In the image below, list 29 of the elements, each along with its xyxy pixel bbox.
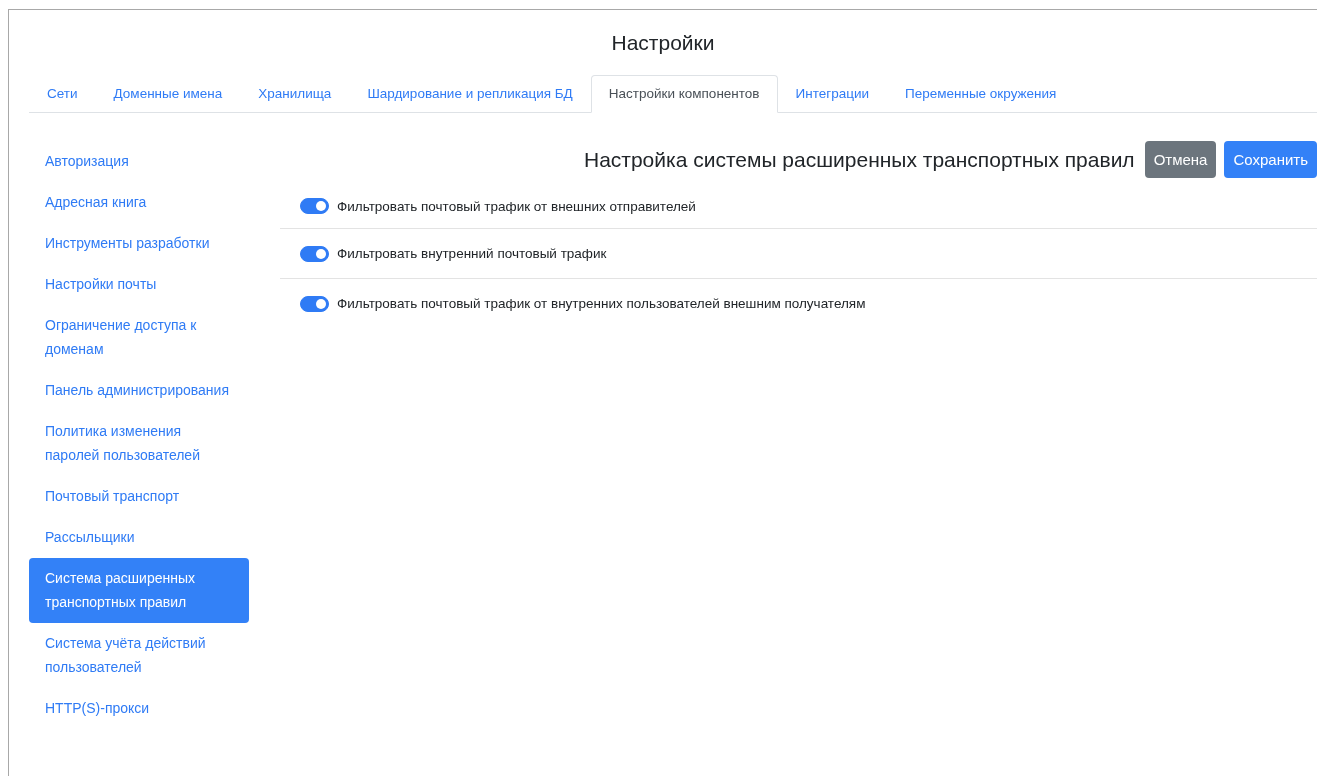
save-button[interactable]: Сохранить bbox=[1224, 141, 1317, 178]
sidebar-item[interactable]: Панель администрирования bbox=[29, 370, 249, 411]
sidebar-item[interactable]: Инструменты разработки bbox=[29, 223, 249, 264]
sidebar-item[interactable]: Система расширенных транспортных правил bbox=[29, 558, 249, 623]
sidebar-item[interactable]: Авторизация bbox=[29, 141, 249, 182]
tab[interactable]: Настройки компонентов bbox=[590, 75, 778, 113]
toggle-switch[interactable] bbox=[300, 295, 329, 312]
toggle-switch[interactable] bbox=[300, 198, 329, 214]
tab[interactable]: Сети bbox=[29, 75, 96, 113]
tab[interactable]: Доменные имена bbox=[95, 75, 241, 113]
tab[interactable]: Переменные окружения bbox=[886, 75, 1075, 113]
sidebar-item[interactable]: Настройки почты bbox=[29, 264, 249, 305]
sidebar-item[interactable]: Адресная книга bbox=[29, 182, 249, 223]
panel-heading: Настройка системы расширенных транспортных правил bbox=[583, 147, 1135, 172]
tab[interactable]: Интеграции bbox=[777, 75, 887, 113]
sidebar-item[interactable]: Политика изменения паролей пользователей bbox=[29, 411, 249, 476]
sidebar-item[interactable]: HTTP(S)-прокси bbox=[29, 688, 249, 729]
sidebar-item[interactable]: Ограничение доступа к доменам bbox=[29, 305, 249, 370]
toggle-switch[interactable] bbox=[300, 245, 329, 262]
sidebar-item[interactable]: Система учёта действий пользователей bbox=[29, 623, 249, 688]
tab[interactable]: Шардирование и репликация БД bbox=[349, 75, 591, 113]
sidebar-item[interactable]: Рассыльщики bbox=[29, 517, 249, 558]
sidebar-item[interactable]: Почтовый транспорт bbox=[29, 476, 249, 517]
toggle-label: Фильтровать внутренний почтовый трафик bbox=[337, 246, 607, 261]
window-title: Настройки bbox=[610, 29, 716, 56]
cancel-button[interactable]: Отмена bbox=[1144, 141, 1217, 178]
tab[interactable]: Хранилища bbox=[240, 75, 350, 113]
toggle-label: Фильтровать почтовый трафик от внутренних пользователей внешним получателям bbox=[337, 296, 866, 311]
toggle-label: Фильтровать почтовый трафик от внешних отправителей bbox=[337, 198, 696, 214]
